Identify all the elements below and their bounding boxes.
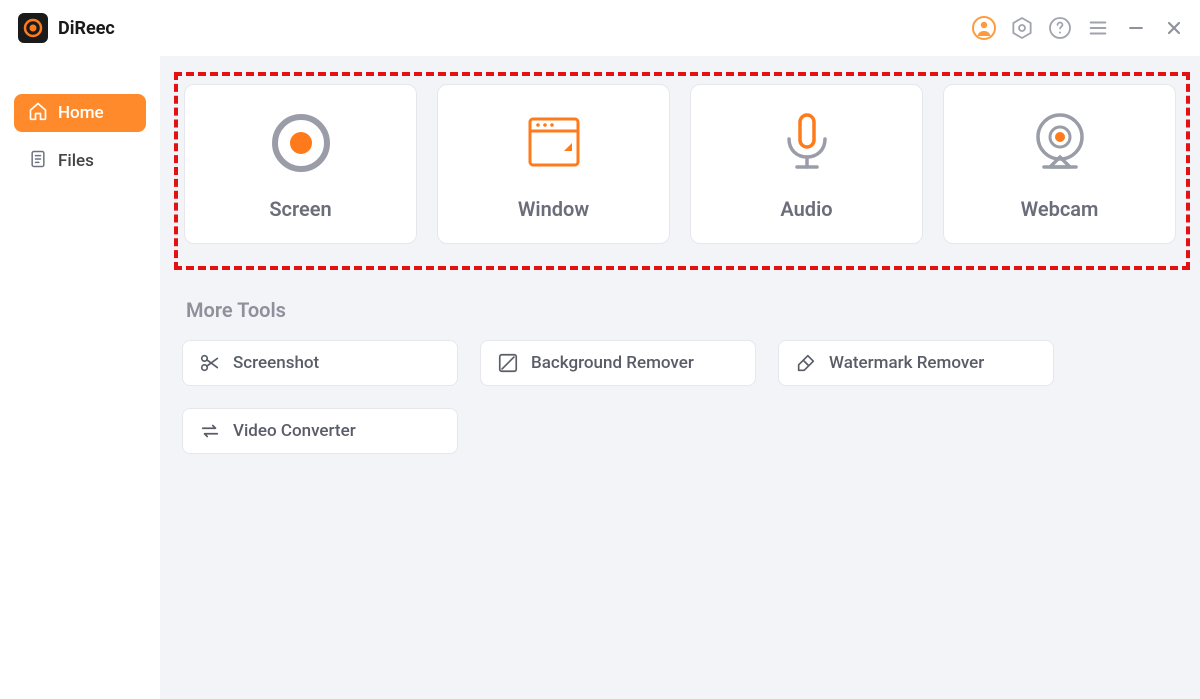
- tool-card-watermark-remover[interactable]: Watermark Remover: [778, 340, 1054, 386]
- screen-record-icon: [265, 107, 337, 179]
- close-icon[interactable]: [1162, 16, 1186, 40]
- bg-remove-icon: [497, 352, 519, 374]
- scissors-icon: [199, 352, 221, 374]
- mode-label: Window: [518, 197, 589, 221]
- tool-label: Video Converter: [233, 421, 356, 441]
- main-area: Home Files: [0, 56, 1200, 699]
- help-icon[interactable]: [1048, 16, 1072, 40]
- content: Screen Window: [160, 56, 1200, 699]
- settings-icon[interactable]: [1010, 16, 1034, 40]
- audio-mic-icon: [771, 107, 843, 179]
- tool-label: Watermark Remover: [829, 353, 984, 373]
- titlebar-left: DiReec: [18, 13, 115, 43]
- minimize-icon[interactable]: [1124, 16, 1148, 40]
- mode-label: Screen: [269, 197, 331, 221]
- mode-card-window[interactable]: Window: [437, 84, 670, 244]
- more-tools-title: More Tools: [186, 298, 1182, 322]
- titlebar-right: [972, 16, 1186, 40]
- mode-card-webcam[interactable]: Webcam: [943, 84, 1176, 244]
- tool-label: Screenshot: [233, 353, 319, 373]
- eraser-icon: [795, 352, 817, 374]
- sidebar-item-home[interactable]: Home: [14, 94, 146, 132]
- tool-label: Background Remover: [531, 353, 694, 373]
- home-icon: [28, 101, 48, 126]
- mode-card-audio[interactable]: Audio: [690, 84, 923, 244]
- tool-card-video-converter[interactable]: Video Converter: [182, 408, 458, 454]
- titlebar: DiReec: [0, 0, 1200, 56]
- account-icon[interactable]: [972, 16, 996, 40]
- webcam-icon: [1024, 107, 1096, 179]
- tool-card-background-remover[interactable]: Background Remover: [480, 340, 756, 386]
- menu-icon[interactable]: [1086, 16, 1110, 40]
- sidebar-item-files[interactable]: Files: [14, 142, 146, 180]
- mode-row: Screen Window: [178, 76, 1182, 244]
- tools-row: Screenshot Background Remover: [178, 340, 1182, 454]
- sidebar: Home Files: [0, 56, 160, 699]
- sidebar-item-label: Home: [58, 103, 104, 123]
- window-icon: [518, 107, 590, 179]
- mode-card-screen[interactable]: Screen: [184, 84, 417, 244]
- tool-card-screenshot[interactable]: Screenshot: [182, 340, 458, 386]
- sidebar-item-label: Files: [58, 151, 94, 171]
- files-icon: [28, 149, 48, 174]
- mode-label: Webcam: [1021, 197, 1099, 221]
- mode-label: Audio: [780, 197, 832, 221]
- convert-arrows-icon: [199, 420, 221, 442]
- app-name: DiReec: [58, 18, 115, 39]
- app-logo: [18, 13, 48, 43]
